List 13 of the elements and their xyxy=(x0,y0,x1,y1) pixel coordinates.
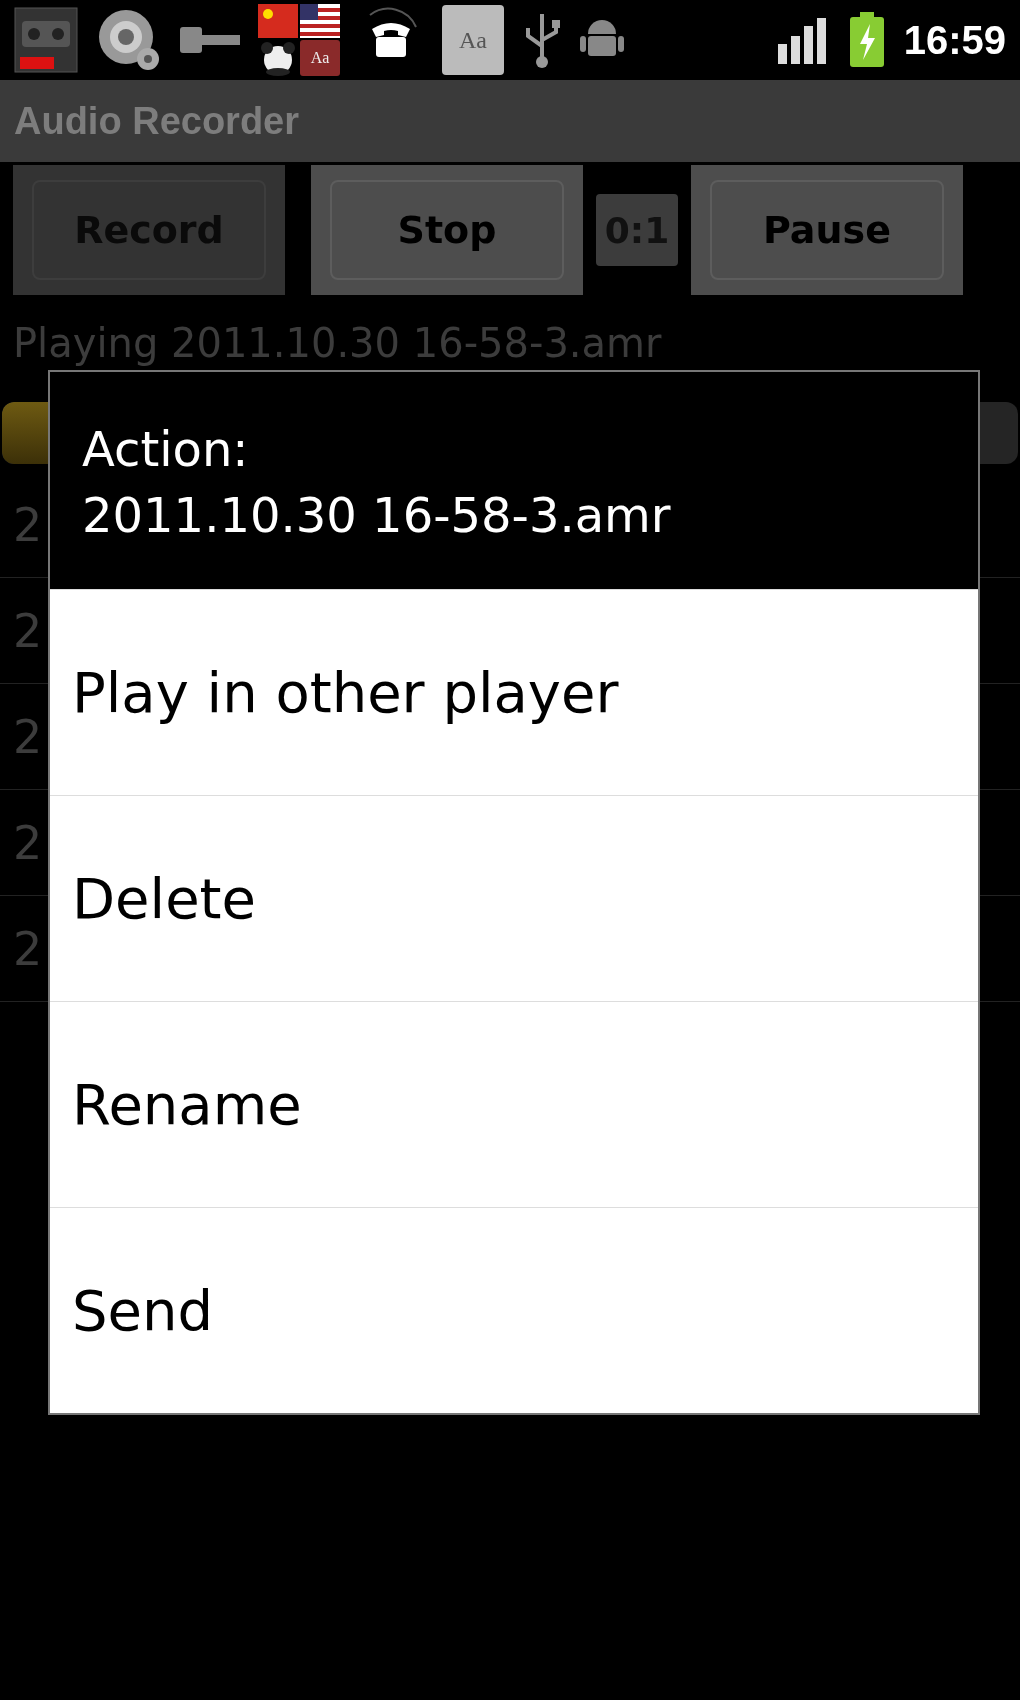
clock-time: 16:59 xyxy=(903,17,1006,63)
window-title: Audio Recorder xyxy=(14,99,300,143)
key-icon[interactable] xyxy=(180,25,240,55)
gear-icon[interactable] xyxy=(96,7,162,73)
book-icon[interactable]: Aa xyxy=(442,5,504,75)
dialog-title: Action: xyxy=(82,420,249,479)
cassette-icon[interactable] xyxy=(14,7,78,73)
now-playing-text: Playing 2011.10.30 16-58-3.amr xyxy=(12,319,663,368)
panda-icon[interactable] xyxy=(258,40,298,76)
battery-icon xyxy=(847,12,886,68)
dialog-subtitle: 2011.10.30 16-58-3.amr xyxy=(82,486,671,545)
dictionary-icon[interactable]: Aa xyxy=(300,40,340,76)
flag-icon[interactable] xyxy=(300,4,340,38)
